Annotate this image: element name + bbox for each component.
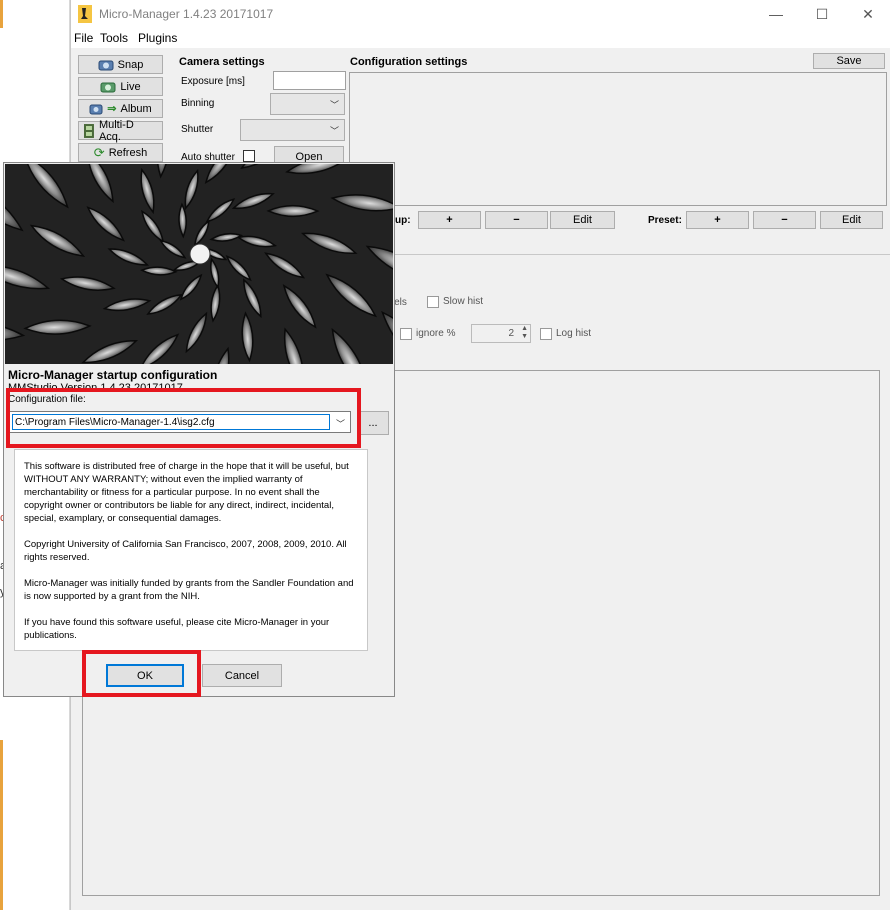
- live-camera-icon: [100, 82, 116, 92]
- save-label: Save: [836, 55, 862, 67]
- save-configuration-button[interactable]: Save: [813, 53, 885, 69]
- background-accent-bar: [0, 740, 3, 910]
- menu-tools[interactable]: Tools: [100, 31, 128, 45]
- edit-preset-label: Edit: [842, 214, 861, 226]
- license-paragraph: Micro-Manager was initially funded by gr…: [24, 578, 354, 602]
- minimize-button[interactable]: —: [753, 0, 799, 30]
- edit-group-label: Edit: [573, 214, 592, 226]
- chevron-down-icon: ﹀: [329, 100, 339, 110]
- binning-label: Binning: [181, 98, 215, 109]
- browse-button[interactable]: ...: [357, 411, 389, 435]
- minimize-icon: —: [769, 6, 783, 22]
- multi-d-label: Multi-D Acq.: [98, 118, 134, 143]
- camera-icon: [89, 104, 103, 114]
- preset-label: Preset:: [648, 215, 682, 226]
- album-button[interactable]: ⇒ Album: [78, 99, 163, 118]
- background-accent-bar: [0, 0, 3, 28]
- multi-d-acquisition-button[interactable]: Multi-D Acq.: [78, 118, 163, 143]
- binning-select[interactable]: ﹀: [270, 93, 345, 115]
- log-hist-checkbox[interactable]: [540, 328, 552, 340]
- slow-hist-checkbox[interactable]: [427, 296, 439, 308]
- exposure-label: Exposure [ms]: [181, 76, 245, 87]
- auto-shutter-checkbox[interactable]: [243, 150, 255, 162]
- menu-plugins[interactable]: Plugins: [138, 31, 177, 45]
- camera-settings-heading: Camera settings: [179, 56, 265, 68]
- ok-button-highlight-box: [82, 650, 201, 697]
- refresh-button[interactable]: ⟳ Refresh: [78, 143, 163, 162]
- refresh-label: Refresh: [108, 146, 148, 159]
- maximize-icon: ☐: [815, 6, 829, 22]
- close-button[interactable]: ✕: [845, 0, 890, 30]
- slow-hist-label: Slow hist: [443, 296, 484, 307]
- browse-label: ...: [368, 417, 378, 429]
- live-button[interactable]: Live: [78, 77, 163, 96]
- license-paragraph: If you have found this software useful, …: [24, 617, 330, 641]
- micro-manager-app-icon: [78, 5, 92, 23]
- remove-group-button[interactable]: −: [485, 211, 548, 229]
- license-paragraph: This software is distributed free of cha…: [24, 461, 349, 524]
- refresh-icon: ⟳: [93, 144, 105, 160]
- live-label: Live: [120, 80, 141, 93]
- aloe-spiral-splash-image: [5, 164, 393, 364]
- spinner-arrows-icon[interactable]: ▲ ▼: [521, 325, 528, 341]
- plus-icon: +: [446, 214, 453, 226]
- plus-icon: +: [714, 214, 721, 226]
- chevron-down-icon: ﹀: [329, 126, 339, 136]
- ignore-percent-spinner[interactable]: 2 ▲ ▼: [471, 324, 531, 343]
- cancel-label: Cancel: [224, 669, 260, 682]
- snap-label: Snap: [117, 58, 144, 71]
- log-hist-label: Log hist: [556, 328, 592, 339]
- window-title: Micro-Manager 1.4.23 20171017: [99, 7, 274, 21]
- open-label: Open: [295, 150, 323, 163]
- shutter-select[interactable]: ﹀: [240, 119, 345, 141]
- shutter-label: Shutter: [181, 124, 214, 135]
- maximize-button[interactable]: ☐: [799, 0, 845, 30]
- license-text-area: This software is distributed free of cha…: [14, 449, 368, 651]
- ignore-percent-checkbox[interactable]: [400, 328, 412, 340]
- configuration-settings-heading: Configuration settings: [350, 56, 468, 68]
- album-label: Album: [120, 102, 152, 115]
- minus-icon: −: [781, 214, 788, 226]
- film-strip-icon: [83, 123, 94, 138]
- menu-file[interactable]: File: [74, 31, 93, 45]
- close-icon: ✕: [862, 6, 874, 22]
- minus-icon: −: [513, 214, 520, 226]
- camera-icon: [98, 60, 114, 70]
- ignore-percent-value: 2: [508, 328, 514, 339]
- license-paragraph: Copyright University of California San F…: [24, 539, 347, 563]
- ignore-percent-label: ignore %: [416, 328, 456, 339]
- add-preset-button[interactable]: +: [686, 211, 749, 229]
- config-file-highlight-box: [6, 388, 361, 448]
- remove-preset-button[interactable]: −: [753, 211, 816, 229]
- arrow-right-icon: ⇒: [107, 103, 117, 115]
- group-label: up:: [395, 215, 411, 226]
- edit-group-button[interactable]: Edit: [550, 211, 615, 229]
- title-bar[interactable]: Micro-Manager 1.4.23 20171017 — ☐ ✕: [71, 0, 890, 30]
- exposure-input[interactable]: [273, 71, 346, 90]
- menu-bar: File Tools Plugins: [71, 30, 890, 48]
- configuration-table[interactable]: [349, 72, 887, 206]
- edit-preset-button[interactable]: Edit: [820, 211, 883, 229]
- snap-button[interactable]: Snap: [78, 55, 163, 74]
- add-group-button[interactable]: +: [418, 211, 481, 229]
- cancel-button[interactable]: Cancel: [202, 664, 282, 687]
- dialog-title: Micro-Manager startup configuration: [8, 368, 218, 382]
